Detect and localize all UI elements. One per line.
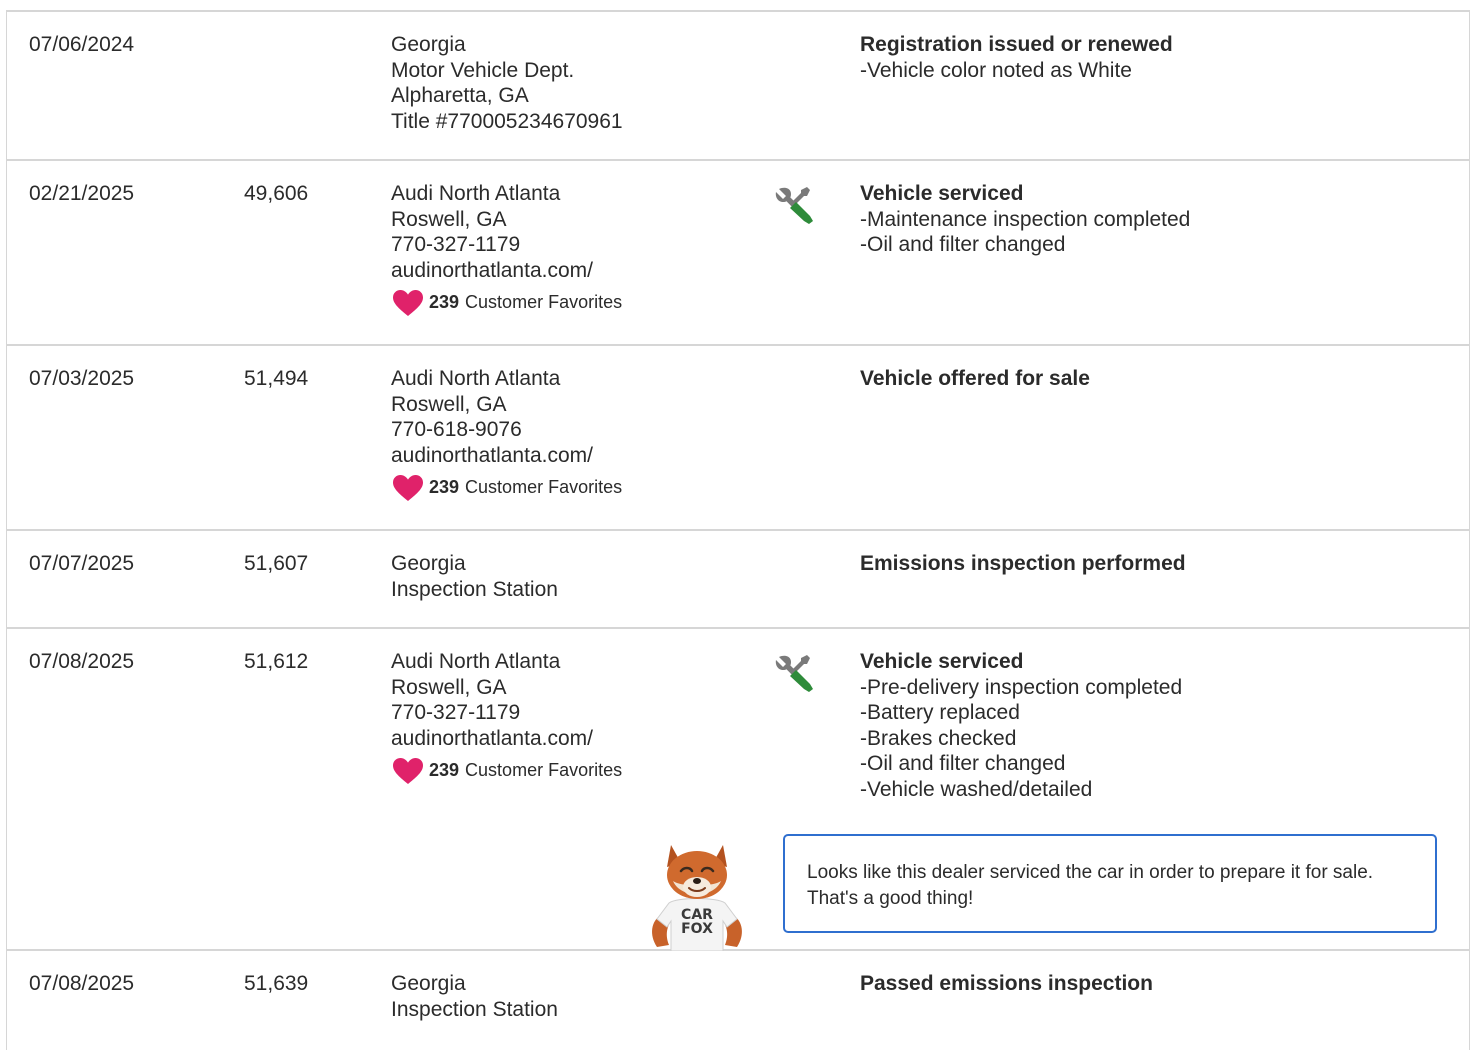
dealer-phone[interactable]: 770-327-1179 xyxy=(391,232,622,258)
record-date: 07/08/2025 xyxy=(29,972,135,995)
dealer-name[interactable]: Audi North Atlanta xyxy=(391,649,622,675)
dealer-website-link[interactable]: audinorthatlanta.com/ xyxy=(391,258,622,284)
customer-favorites[interactable]: 239 Customer Favorites xyxy=(391,757,622,785)
customer-favorites[interactable]: 239 Customer Favorites xyxy=(391,474,622,502)
record-source: Audi North Atlanta Roswell, GA 770-327-1… xyxy=(391,181,622,317)
favorites-label: Customer Favorites xyxy=(465,477,623,498)
source-name: Georgia xyxy=(391,552,466,575)
carfox-mascot-icon: CAR FOX xyxy=(652,845,742,951)
event-detail: -Oil and filter changed xyxy=(860,233,1066,256)
source-name: Georgia xyxy=(391,972,466,995)
record-details: Registration issued or renewed -Vehicle … xyxy=(860,32,1173,83)
source-location: Roswell, GA xyxy=(391,207,507,231)
heart-icon xyxy=(393,758,423,784)
record-date: 02/21/2025 xyxy=(29,182,135,205)
favorites-count: 239 xyxy=(429,760,460,781)
record-date: 07/06/2024 xyxy=(29,33,135,56)
record-date: 07/03/2025 xyxy=(29,367,135,390)
heart-icon xyxy=(393,290,423,316)
favorites-label: Customer Favorites xyxy=(465,760,623,781)
source-location: Roswell, GA xyxy=(391,392,507,416)
odometer-reading: 49,606 xyxy=(244,182,309,205)
record-details: Emissions inspection performed xyxy=(860,551,1186,577)
event-detail: -Pre-delivery inspection completed xyxy=(860,675,1183,699)
source-line: Inspection Station xyxy=(391,997,558,1021)
callout-text: That's a good thing! xyxy=(807,888,974,909)
odometer-reading: 51,607 xyxy=(244,552,309,575)
source-line: Inspection Station xyxy=(391,577,558,601)
record-details: Passed emissions inspection xyxy=(860,971,1153,997)
record-source: Audi North Atlanta Roswell, GA 770-327-1… xyxy=(391,649,622,785)
record-details: Vehicle serviced -Pre-delivery inspectio… xyxy=(860,649,1182,802)
heart-icon xyxy=(393,475,423,501)
favorites-count: 239 xyxy=(429,477,460,498)
carfox-callout: Looks like this dealer serviced the car … xyxy=(783,834,1437,933)
event-title: Vehicle serviced xyxy=(860,182,1024,205)
event-title: Vehicle serviced xyxy=(860,650,1024,673)
history-row: 07/08/2025 51,612 Audi North Atlanta Ros… xyxy=(7,629,1469,951)
service-wrench-screwdriver-icon xyxy=(775,655,813,692)
history-row: 02/21/2025 49,606 Audi North Atlanta Ros… xyxy=(7,161,1469,346)
event-detail: -Maintenance inspection completed xyxy=(860,207,1191,231)
record-source: Audi North Atlanta Roswell, GA 770-618-9… xyxy=(391,366,622,502)
service-wrench-screwdriver-icon xyxy=(775,187,813,224)
vehicle-history-table: 07/06/2024 Georgia Motor Vehicle Dept. A… xyxy=(6,10,1470,1050)
dealer-phone[interactable]: 770-327-1179 xyxy=(391,700,622,726)
odometer-reading: 51,612 xyxy=(244,650,309,673)
source-line: Motor Vehicle Dept. xyxy=(391,58,575,82)
dealer-phone[interactable]: 770-618-9076 xyxy=(391,417,622,443)
record-source: Georgia Inspection Station xyxy=(391,971,558,1022)
record-details: Vehicle offered for sale xyxy=(860,366,1090,392)
event-detail: -Brakes checked xyxy=(860,726,1017,750)
dealer-name[interactable]: Audi North Atlanta xyxy=(391,181,622,207)
history-row: 07/07/2025 51,607 Georgia Inspection Sta… xyxy=(7,531,1469,629)
dealer-website-link[interactable]: audinorthatlanta.com/ xyxy=(391,443,622,469)
title-number: Title #770005234670961 xyxy=(391,109,623,133)
callout-text: Looks like this dealer serviced the car … xyxy=(807,862,1374,883)
source-location: Alpharetta, GA xyxy=(391,84,529,107)
event-title: Registration issued or renewed xyxy=(860,33,1173,56)
source-location: Roswell, GA xyxy=(391,675,507,699)
odometer-reading: 51,494 xyxy=(244,367,309,390)
event-detail: -Vehicle color noted as White xyxy=(860,58,1132,82)
history-row: 07/08/2025 51,639 Georgia Inspection Sta… xyxy=(7,951,1469,1052)
dealer-name[interactable]: Audi North Atlanta xyxy=(391,366,622,392)
favorites-count: 239 xyxy=(429,292,460,313)
event-title: Passed emissions inspection xyxy=(860,972,1153,995)
customer-favorites[interactable]: 239 Customer Favorites xyxy=(391,289,622,317)
history-row: 07/06/2024 Georgia Motor Vehicle Dept. A… xyxy=(7,12,1469,161)
event-detail: -Battery replaced xyxy=(860,701,1020,724)
favorites-label: Customer Favorites xyxy=(465,292,623,313)
record-date: 07/08/2025 xyxy=(29,650,135,673)
record-source: Georgia Motor Vehicle Dept. Alpharetta, … xyxy=(391,32,623,134)
event-detail: -Vehicle washed/detailed xyxy=(860,777,1093,801)
history-row: 07/03/2025 51,494 Audi North Atlanta Ros… xyxy=(7,346,1469,531)
odometer-reading: 51,639 xyxy=(244,972,309,995)
dealer-website-link[interactable]: audinorthatlanta.com/ xyxy=(391,726,622,752)
record-source: Georgia Inspection Station xyxy=(391,551,558,602)
event-detail: -Oil and filter changed xyxy=(860,752,1066,775)
event-title: Vehicle offered for sale xyxy=(860,367,1090,390)
event-title: Emissions inspection performed xyxy=(860,552,1186,575)
mascot-shirt-text: FOX xyxy=(681,921,713,937)
record-details: Vehicle serviced -Maintenance inspection… xyxy=(860,181,1190,258)
source-name: Georgia xyxy=(391,33,466,56)
record-date: 07/07/2025 xyxy=(29,552,135,575)
